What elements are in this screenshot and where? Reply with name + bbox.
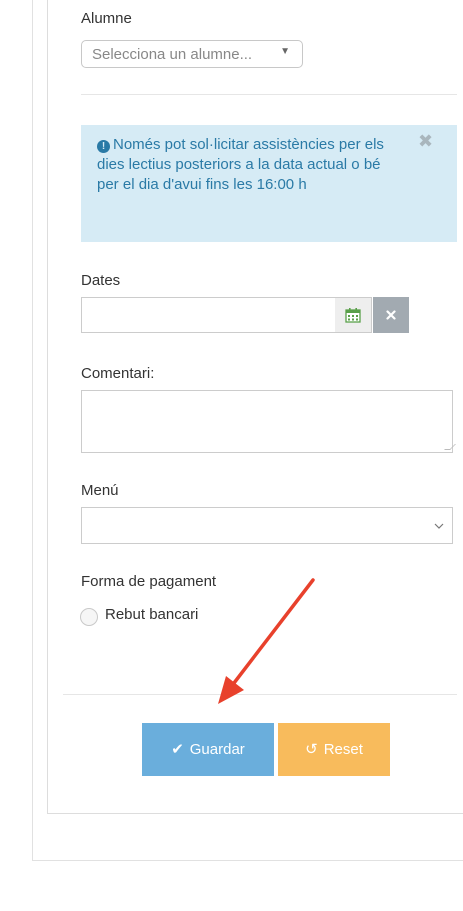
save-button-label: Guardar — [189, 741, 245, 758]
divider — [63, 694, 457, 695]
chevron-down-icon — [434, 523, 444, 529]
reset-button[interactable]: ↺ Reset — [278, 723, 390, 776]
undo-icon: ↺ — [305, 741, 318, 758]
info-alert: ! Només pot sol·licitar assistències per … — [81, 125, 457, 242]
comment-textarea[interactable] — [81, 390, 456, 453]
divider — [81, 94, 457, 95]
payment-option-label: Rebut bancari — [105, 606, 199, 623]
alert-text: Només pot sol·licitar assistències per e… — [97, 136, 384, 193]
student-select-value: Selecciona un alumne... — [92, 46, 253, 63]
dates-input[interactable] — [81, 297, 336, 333]
payment-label: Forma de pagament — [81, 573, 217, 590]
check-icon: ✔ — [171, 741, 184, 758]
menu-label: Menú — [81, 482, 119, 499]
menu-select[interactable] — [81, 507, 453, 544]
dates-label: Dates — [81, 272, 121, 289]
payment-radio[interactable] — [80, 608, 98, 626]
info-circle-icon: ! — [97, 140, 110, 153]
student-select[interactable]: Selecciona un alumne... ▼ — [81, 40, 303, 68]
calendar-button[interactable] — [335, 297, 372, 333]
clear-x-icon — [386, 310, 396, 320]
reset-button-label: Reset — [323, 741, 363, 758]
student-label: Alumne — [81, 10, 132, 27]
dropdown-arrow-icon: ▼ — [280, 46, 290, 57]
clear-dates-button[interactable] — [373, 297, 409, 333]
calendar-icon — [345, 308, 361, 323]
save-button[interactable]: ✔ Guardar — [142, 723, 274, 776]
close-icon[interactable]: ✖ — [418, 131, 433, 151]
comment-label: Comentari: — [81, 365, 155, 382]
